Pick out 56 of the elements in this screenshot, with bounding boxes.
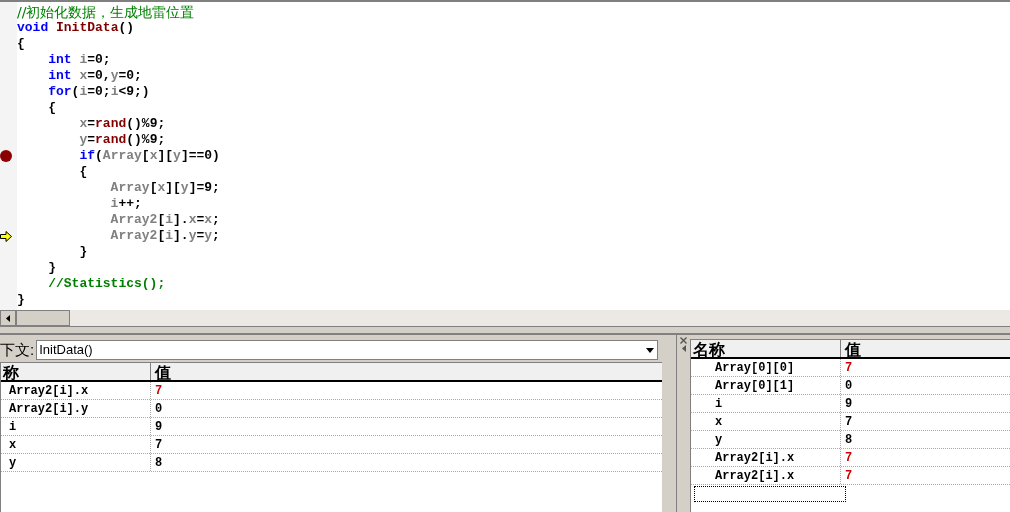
code-line: {: [47, 100, 57, 116]
variable-name: i: [691, 395, 841, 412]
code-line: i++;: [109, 196, 143, 212]
variable-value: 7: [844, 414, 854, 430]
context-label: 下文:: [0, 339, 35, 360]
code-line: int i=0;: [47, 52, 112, 68]
variable-value: 0: [154, 401, 164, 417]
code-line: //初始化数据，生成地雷位置: [17, 4, 196, 20]
new-watch-entry[interactable]: [694, 486, 846, 502]
variable-value: 8: [154, 455, 164, 471]
close-icon[interactable]: [680, 337, 687, 344]
variable-name: Array[0][0]: [691, 359, 841, 376]
column-header[interactable]: 值: [151, 363, 662, 380]
code-line: Array[x][y]=9;: [109, 180, 221, 196]
variable-name: y: [1, 454, 151, 471]
code-line: void InitData(): [17, 20, 136, 36]
code-line: y=rand()%9;: [78, 132, 167, 148]
left-arrow-icon[interactable]: [681, 345, 686, 352]
column-header[interactable]: 称: [1, 363, 151, 380]
code-line: for(i=0;i<9;): [47, 84, 151, 100]
scrollbar-thumb[interactable]: [16, 310, 70, 326]
code-line: //Statistics();: [47, 276, 167, 292]
variable-value: 7: [844, 360, 854, 376]
left-arrow-icon: [6, 314, 10, 322]
variable-name: Array2[i].x: [691, 449, 841, 466]
code-line: Array2[i].y=y;: [109, 228, 221, 244]
variable-value: 7: [844, 450, 854, 466]
variable-value: 0: [844, 378, 854, 394]
dropdown-arrow-icon: [646, 347, 654, 353]
code-line: }: [47, 260, 57, 276]
variable-value: 8: [844, 432, 854, 448]
variable-value: 7: [154, 437, 164, 453]
variable-value: 9: [154, 419, 164, 435]
variable-name: Array2[i].x: [691, 467, 841, 484]
variable-name: i: [1, 418, 151, 435]
scroll-left-button[interactable]: [0, 310, 16, 326]
variable-value: 7: [844, 468, 854, 484]
code-line: }: [78, 244, 89, 260]
variable-name: x: [691, 413, 841, 430]
column-header[interactable]: 名称: [691, 340, 841, 357]
variable-name: y: [691, 431, 841, 448]
code-line: if(Array[x][y]==0): [78, 148, 221, 164]
variable-value: 7: [154, 383, 164, 399]
variable-name: Array[0][1]: [691, 377, 841, 394]
variable-name: x: [1, 436, 151, 453]
column-header[interactable]: 值: [841, 340, 1010, 357]
context-dropdown[interactable]: InitData(): [36, 340, 658, 360]
code-line: {: [17, 36, 26, 52]
variable-value: 9: [844, 396, 854, 412]
variable-name: Array2[i].y: [1, 400, 151, 417]
code-line: }: [17, 292, 26, 308]
variable-name: Array2[i].x: [1, 382, 151, 399]
code-line: x=rand()%9;: [78, 116, 167, 132]
code-line: Array2[i].x=x;: [109, 212, 221, 228]
code-line: int x=0,y=0;: [47, 68, 143, 84]
code-line: {: [78, 164, 89, 180]
